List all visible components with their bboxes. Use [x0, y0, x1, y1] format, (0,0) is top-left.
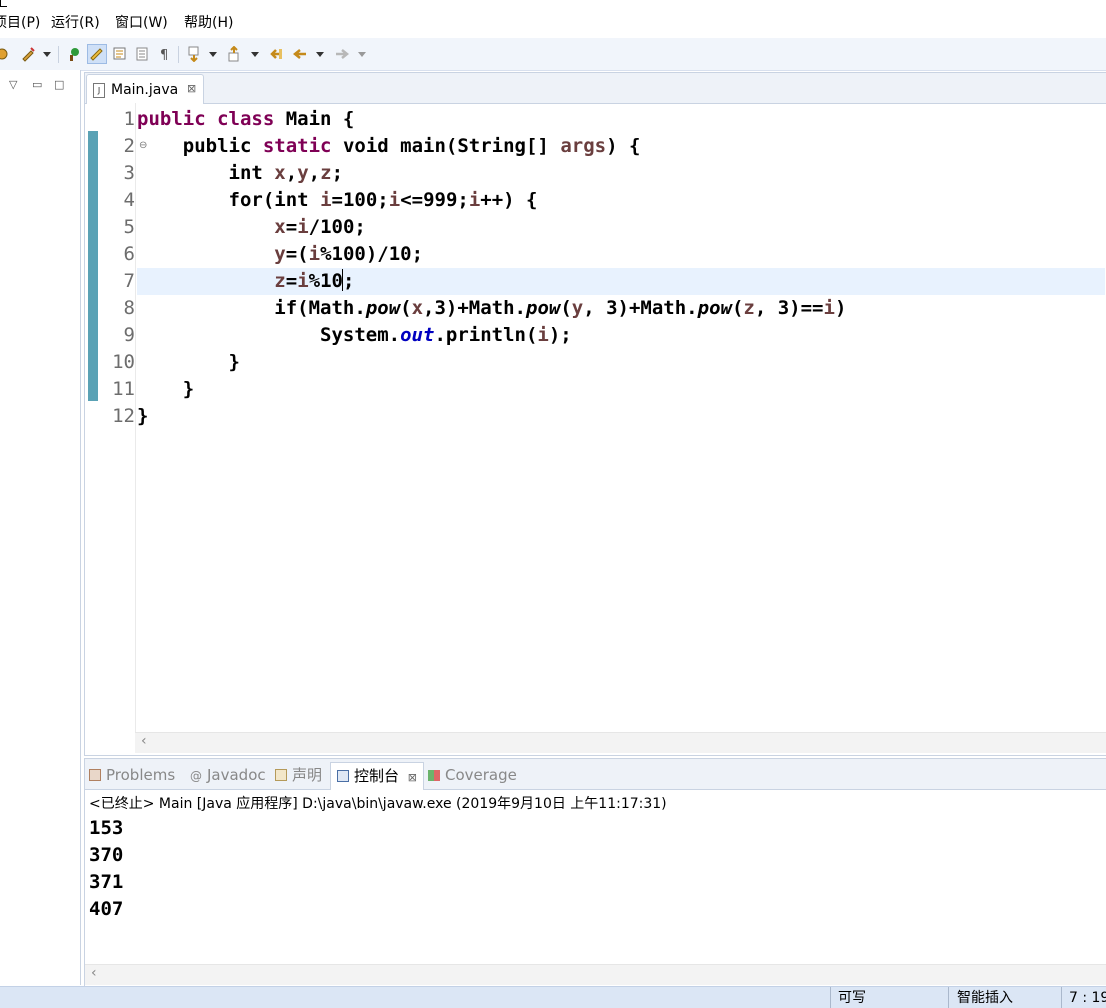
previous-annotation-dropdown[interactable] [251, 52, 259, 57]
status-insert-mode: 智能插入 [957, 990, 1013, 1006]
line-number: 10 [112, 351, 135, 373]
minimize-icon[interactable]: ▭ [32, 78, 42, 91]
status-separator [948, 987, 949, 1008]
change-bar [88, 131, 98, 401]
console-view: Problems @ Javadoc 声明 控制台 ⊠ Coverage <已终止… [84, 758, 1106, 988]
java-file-icon: J [93, 83, 105, 98]
menu-run[interactable]: 运行(R) [51, 14, 100, 32]
editor-tab-bar: J Main.java ⊠ [85, 73, 1106, 104]
output-line: 370 [89, 844, 124, 866]
line-number: 6 [123, 243, 135, 265]
tab-label: Javadoc [207, 766, 266, 784]
tab-coverage[interactable]: Coverage [428, 765, 517, 785]
code-line-8[interactable]: if(Math.pow(x,3)+Math.pow(y, 3)+Math.pow… [137, 295, 1105, 322]
text-caret [341, 269, 343, 291]
code-line-7-current[interactable]: z=i%10; [137, 268, 1105, 295]
tab-title: Main.java [111, 82, 179, 98]
previous-annotation-icon[interactable] [226, 46, 242, 62]
close-icon[interactable]: ⊠ [408, 771, 417, 784]
menu-window[interactable]: 窗口(W) [115, 14, 168, 32]
code-line-1[interactable]: public class Main { [137, 106, 1105, 133]
console-output[interactable]: 153 370 371 407 [89, 815, 123, 923]
forward-dropdown[interactable] [358, 52, 366, 57]
maximize-icon[interactable]: □ [54, 78, 64, 91]
menu-project[interactable]: 项目(P) [0, 14, 40, 32]
tab-console[interactable]: 控制台 ⊠ [330, 762, 425, 790]
show-whitespace-icon[interactable] [134, 46, 150, 62]
line-number: 4 [123, 189, 135, 211]
scroll-left-icon[interactable]: ‹ [91, 965, 97, 981]
editor-horizontal-scrollbar[interactable]: ‹ [135, 732, 1106, 753]
console-tab-bar: Problems @ Javadoc 声明 控制台 ⊠ Coverage [85, 759, 1106, 790]
tab-label: Coverage [445, 766, 517, 784]
toggle-mark-occurrences-icon[interactable] [87, 44, 107, 64]
console-process-status: <已终止> Main [Java 应用程序] D:\java\bin\javaw… [89, 796, 667, 812]
line-number: 3 [123, 162, 135, 184]
svg-text:¶: ¶ [160, 48, 168, 62]
coverage-icon [428, 770, 440, 781]
code-line-4[interactable]: for(int i=100;i<=999;i++) { [137, 187, 1105, 214]
tab-label: 声明 [292, 766, 323, 784]
code-editor: J Main.java ⊠ 1 2 ⊖ 3 4 5 6 7 8 9 10 11 … [84, 72, 1106, 756]
code-line-5[interactable]: x=i/100; [137, 214, 1105, 241]
status-separator [1061, 987, 1062, 1008]
problems-icon [89, 769, 101, 781]
pilcrow-icon[interactable]: ¶ [157, 46, 173, 62]
view-menu-icon[interactable]: ▽ [9, 78, 17, 91]
scroll-left-icon[interactable]: ‹ [141, 733, 147, 749]
toolbar-separator [178, 46, 179, 63]
tab-problems[interactable]: Problems [89, 765, 175, 785]
code-line-11[interactable]: } [137, 376, 1105, 403]
code-line-3[interactable]: int x,y,z; [137, 160, 1105, 187]
code-line-6[interactable]: y=(i%100)/10; [137, 241, 1105, 268]
status-bar: 可写 智能插入 7 : 19 [0, 986, 1106, 1008]
toolbar-partial-icon[interactable] [0, 46, 10, 62]
gutter-ruler [135, 103, 136, 733]
window-icon-fragment [0, 0, 7, 7]
at-icon: @ [190, 769, 202, 783]
line-number: 7 [123, 270, 135, 292]
forward-icon[interactable] [334, 46, 350, 62]
toolbar-separator [58, 46, 59, 63]
code-line-10[interactable]: } [137, 349, 1105, 376]
line-number: 2 [123, 135, 135, 157]
tab-label: Problems [106, 766, 176, 784]
line-number: 8 [123, 297, 135, 319]
toolbar: ¶ [0, 38, 1106, 71]
status-writable: 可写 [838, 990, 866, 1006]
status-cursor-position: 7 : 19 [1069, 990, 1106, 1006]
output-line: 153 [89, 817, 124, 839]
console-horizontal-scrollbar[interactable]: ‹ [85, 964, 1106, 985]
code-line-2[interactable]: public static void main(String[] args) { [137, 133, 1105, 160]
declaration-icon [275, 769, 287, 781]
line-number: 11 [112, 378, 135, 400]
next-annotation-icon[interactable] [186, 46, 202, 62]
tab-main-java[interactable]: J Main.java ⊠ [86, 74, 204, 104]
tab-javadoc[interactable]: @ Javadoc [190, 765, 266, 785]
menu-help[interactable]: 帮助(H) [184, 14, 233, 32]
menu-bar: 项目(P) 运行(R) 窗口(W) 帮助(H) [0, 0, 1106, 38]
code-line-9[interactable]: System.out.println(i); [137, 322, 1105, 349]
left-view-area: ▽ ▭ □ [0, 70, 81, 985]
last-edit-location-icon[interactable] [268, 46, 284, 62]
run-tool-icon[interactable] [20, 46, 36, 62]
status-separator [830, 987, 831, 1008]
next-annotation-dropdown[interactable] [209, 52, 217, 57]
line-number: 1 [123, 108, 135, 130]
tab-declaration[interactable]: 声明 [275, 765, 322, 785]
line-number: 12 [112, 405, 135, 427]
back-dropdown[interactable] [316, 52, 324, 57]
close-icon[interactable]: ⊠ [187, 82, 196, 95]
line-number: 5 [123, 216, 135, 238]
toggle-block-selection-icon[interactable] [112, 46, 128, 62]
console-icon [337, 770, 349, 782]
output-line: 407 [89, 898, 124, 920]
run-tool-dropdown[interactable] [43, 52, 51, 57]
open-type-icon[interactable] [66, 46, 82, 62]
code-line-12[interactable]: } [137, 403, 1105, 430]
output-line: 371 [89, 871, 124, 893]
line-number: 9 [123, 324, 135, 346]
tab-label: 控制台 [354, 767, 400, 785]
back-icon[interactable] [292, 46, 308, 62]
